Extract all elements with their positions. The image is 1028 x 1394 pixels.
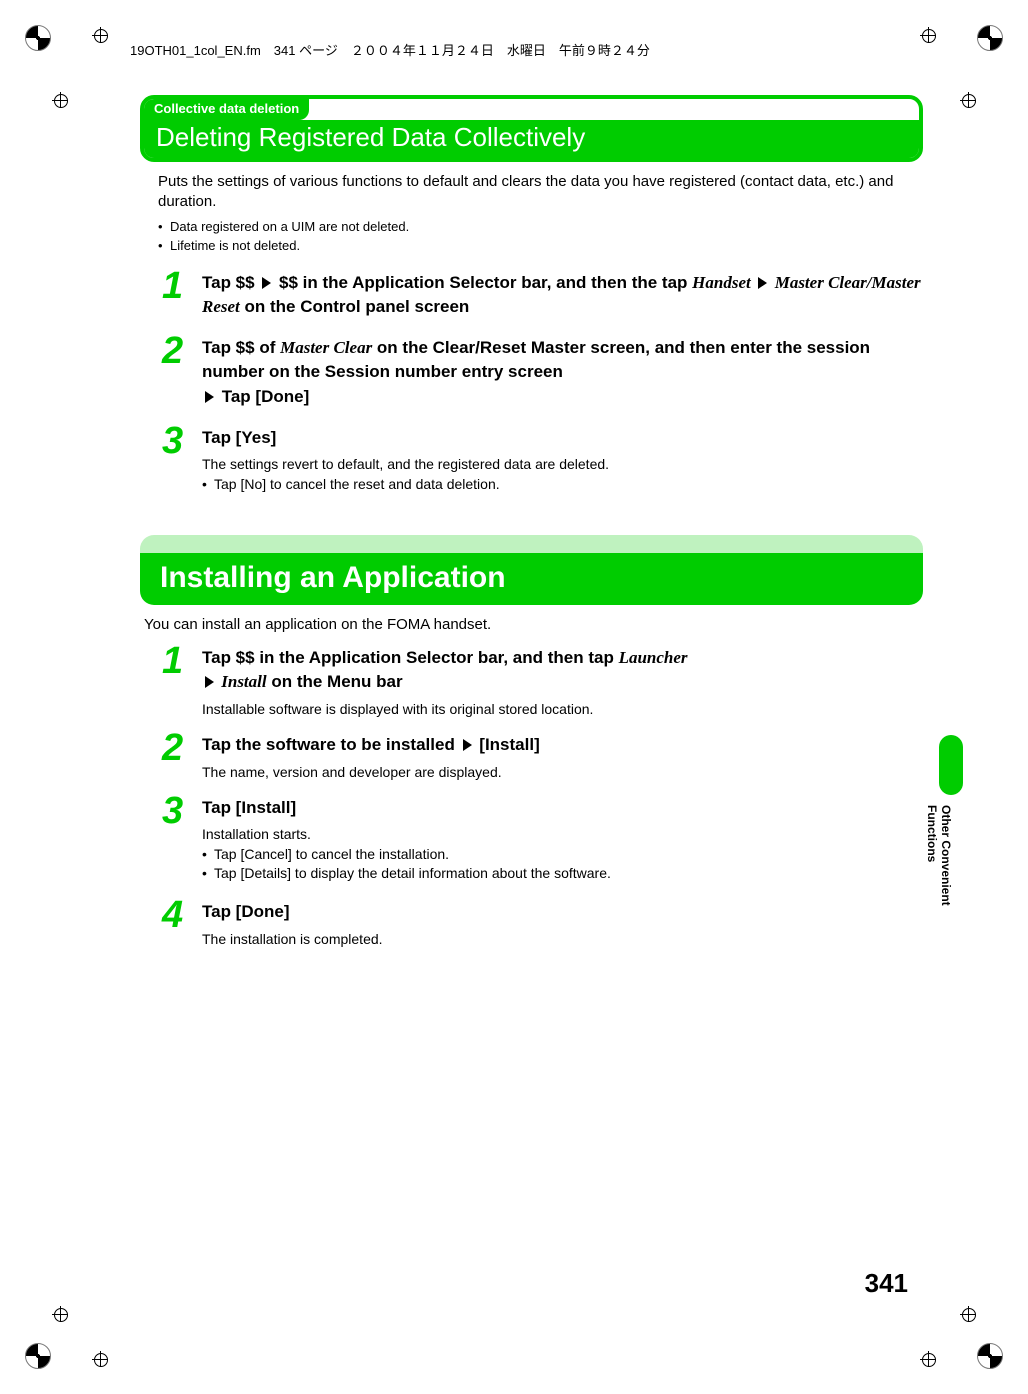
step-description: Installable software is displayed with i… bbox=[202, 701, 923, 717]
registration-mark-icon bbox=[25, 25, 51, 51]
step-item: 1 Tap $$ in the Application Selector bar… bbox=[162, 644, 923, 717]
step-description: The name, version and developer are disp… bbox=[202, 764, 923, 780]
registration-mark-icon bbox=[977, 25, 1003, 51]
thumb-tab bbox=[939, 735, 963, 795]
arrow-right-icon bbox=[463, 739, 472, 751]
section-notes: Data registered on a UIM are not deleted… bbox=[158, 219, 923, 253]
arrow-right-icon bbox=[205, 391, 214, 403]
step-title: Tap [Install] bbox=[202, 796, 923, 821]
step-number: 2 bbox=[162, 334, 188, 410]
page-number: 341 bbox=[865, 1268, 908, 1299]
step-title: Tap $$ $$ in the Application Selector ba… bbox=[202, 271, 923, 320]
step-notes: Tap [No] to cancel the reset and data de… bbox=[202, 476, 923, 492]
step-title: Tap the software to be installed [Instal… bbox=[202, 733, 923, 758]
registration-mark-icon bbox=[977, 1343, 1003, 1369]
note-item: Tap [No] to cancel the reset and data de… bbox=[202, 476, 923, 492]
step-item: 3 Tap [Yes] The settings revert to defau… bbox=[162, 424, 923, 496]
arrow-right-icon bbox=[262, 277, 271, 289]
note-item: Tap [Cancel] to cancel the installation. bbox=[202, 846, 923, 862]
step-title: Tap [Yes] bbox=[202, 426, 923, 451]
step-title: Tap $$ of Master Clear on the Clear/Rese… bbox=[202, 336, 923, 410]
step-item: 2 Tap the software to be installed [Inst… bbox=[162, 731, 923, 780]
section-intro: Puts the settings of various functions t… bbox=[158, 172, 905, 213]
step-number: 1 bbox=[162, 269, 188, 320]
note-item: Tap [Details] to display the detail info… bbox=[202, 865, 923, 881]
note-item: Lifetime is not deleted. bbox=[158, 238, 923, 253]
step-item: 3 Tap [Install] Installation starts. Tap… bbox=[162, 794, 923, 885]
section-header: Collective data deletion Deleting Regist… bbox=[140, 95, 923, 162]
frame-header-text: 19OTH01_1col_EN.fm 341 ページ ２００４年１１月２４日 水… bbox=[130, 40, 898, 59]
page-content: Collective data deletion Deleting Regist… bbox=[140, 95, 923, 961]
step-item: 1 Tap $$ $$ in the Application Selector … bbox=[162, 269, 923, 320]
section-intro: You can install an application on the FO… bbox=[144, 615, 905, 635]
arrow-right-icon bbox=[205, 676, 214, 688]
step-item: 2 Tap $$ of Master Clear on the Clear/Re… bbox=[162, 334, 923, 410]
note-item: Data registered on a UIM are not deleted… bbox=[158, 219, 923, 234]
major-section-title: Installing an Application bbox=[140, 553, 923, 605]
step-notes: Tap [Cancel] to cancel the installation.… bbox=[202, 846, 923, 881]
side-chapter-label: Other Convenient Functions bbox=[925, 805, 953, 961]
step-description: The installation is completed. bbox=[202, 931, 923, 947]
registration-mark-icon bbox=[25, 1343, 51, 1369]
step-item: 4 Tap [Done] The installation is complet… bbox=[162, 898, 923, 947]
step-number: 3 bbox=[162, 424, 188, 496]
major-section-header: Installing an Application bbox=[140, 535, 923, 605]
arrow-right-icon bbox=[758, 277, 767, 289]
step-number: 3 bbox=[162, 794, 188, 885]
step-number: 2 bbox=[162, 731, 188, 780]
section-deleting-data: Collective data deletion Deleting Regist… bbox=[140, 95, 923, 495]
step-number: 1 bbox=[162, 644, 188, 717]
section-title: Deleting Registered Data Collectively bbox=[144, 120, 919, 158]
step-description: The settings revert to default, and the … bbox=[202, 456, 923, 472]
section-tag: Collective data deletion bbox=[144, 99, 309, 120]
step-description: Installation starts. bbox=[202, 826, 923, 842]
step-title: Tap [Done] bbox=[202, 900, 923, 925]
step-title: Tap $$ in the Application Selector bar, … bbox=[202, 646, 923, 695]
step-number: 4 bbox=[162, 898, 188, 947]
